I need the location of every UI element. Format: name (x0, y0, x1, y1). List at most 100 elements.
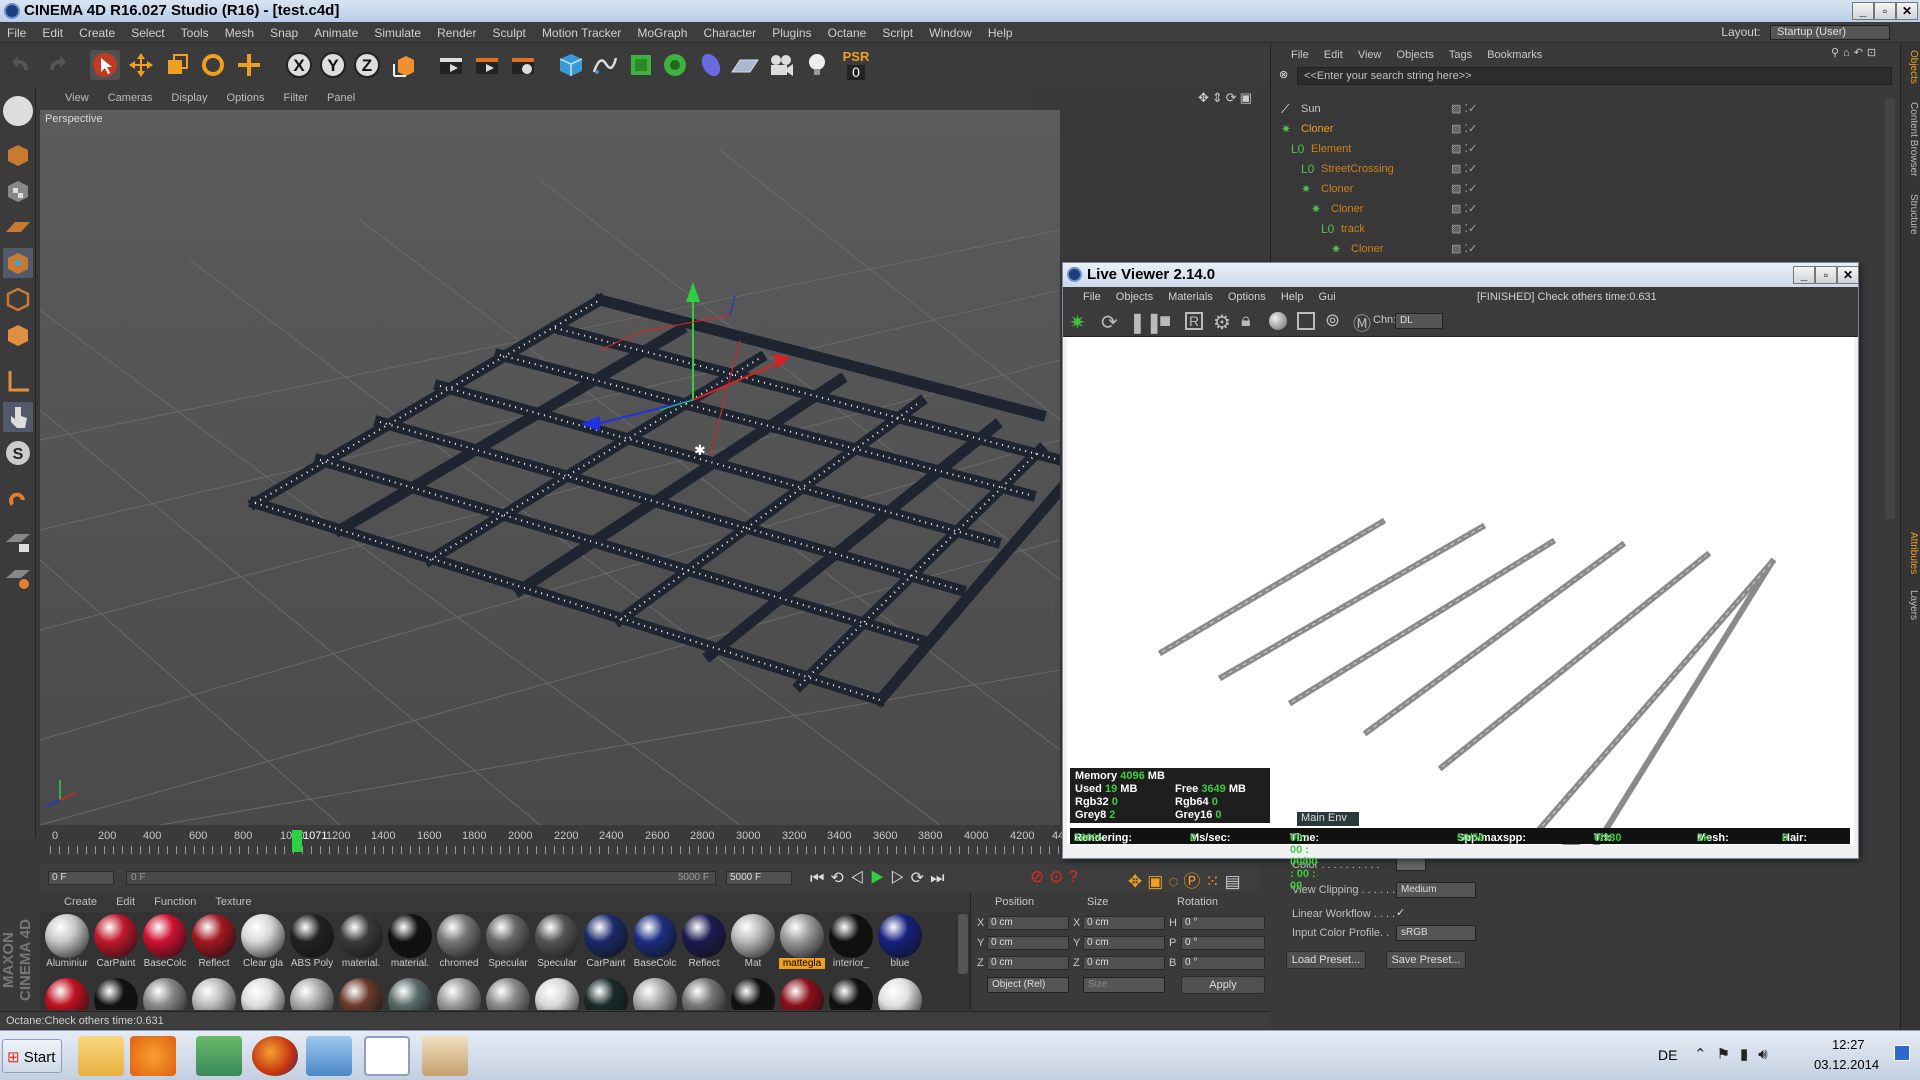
live-viewer-titlebar[interactable]: Live Viewer 2.14.0 _ ▫ ✕ (1063, 263, 1859, 287)
mat-menu-create[interactable]: Create (40, 893, 105, 911)
menu-tools[interactable]: Tools (174, 23, 215, 40)
menu-plugins[interactable]: Plugins (765, 23, 817, 40)
workplane-mode-icon[interactable] (3, 212, 33, 242)
points-mode-icon[interactable] (3, 248, 33, 278)
remote-desktop-taskbar-icon[interactable] (306, 1036, 352, 1076)
om-scrollbar[interactable] (1885, 99, 1895, 519)
linear-workflow-checkbox[interactable]: ✓ (1396, 906, 1405, 919)
material-swatch[interactable]: BaseColc (632, 914, 678, 969)
tab-env[interactable]: Env (1328, 812, 1347, 824)
y-axis-lock-icon[interactable]: Y (318, 50, 348, 80)
object-row[interactable]: L0 StreetCrossing ▨ ⁚✓ (1271, 159, 1881, 179)
save-preset-button[interactable]: Save Preset... (1386, 951, 1466, 969)
coord-mode-dropdown[interactable]: Object (Rel) (987, 977, 1069, 993)
position-z-field[interactable]: 0 cm (987, 956, 1069, 970)
material-swatch[interactable]: Specular (534, 914, 580, 969)
size-y-field[interactable]: 0 cm (1083, 936, 1165, 950)
send-scene-icon[interactable]: ✷ (1069, 310, 1086, 335)
material-swatch[interactable]: Specular (485, 914, 531, 969)
key-parameter-icon[interactable]: Ⓟ (1183, 872, 1205, 891)
select-tool-icon[interactable] (90, 50, 120, 80)
step-forward-icon[interactable]: ▷ (890, 870, 910, 887)
timeline-playhead[interactable] (292, 830, 302, 852)
visibility-toggle-icon[interactable]: ▨ ⁚✓ (1451, 122, 1477, 135)
material-swatch[interactable] (681, 978, 727, 1010)
cloner-icon[interactable] (660, 50, 690, 80)
floor-icon[interactable] (730, 50, 760, 80)
coordinate-system-icon[interactable] (390, 50, 420, 80)
menu-file[interactable]: File (0, 23, 32, 40)
goto-start-icon[interactable]: ⏮ (810, 870, 830, 887)
keyframe-selection-icon[interactable]: ? (1069, 867, 1083, 886)
clock-date[interactable]: 03.12.2014 (1814, 1057, 1879, 1072)
material-swatch[interactable]: material. (338, 914, 384, 969)
size-z-field[interactable]: 0 cm (1083, 956, 1165, 970)
material-swatch[interactable] (436, 978, 482, 1010)
goto-prev-key-icon[interactable]: ⟲ (830, 870, 849, 887)
menu-render[interactable]: Render (430, 23, 482, 40)
planar-workplane-icon[interactable] (3, 562, 33, 592)
material-swatch[interactable]: CarPaint (93, 914, 139, 969)
step-back-icon[interactable]: ◁ (850, 870, 870, 887)
psr-indicator[interactable]: PSR 0 (838, 50, 874, 80)
material-swatch[interactable] (289, 978, 335, 1010)
restart-render-icon[interactable]: ⟳ (1101, 310, 1118, 335)
size-mode-dropdown[interactable]: Size (1083, 977, 1165, 993)
calendar-taskbar-icon[interactable] (364, 1036, 410, 1076)
material-swatch[interactable] (779, 978, 825, 1010)
move-tool-icon[interactable] (126, 50, 156, 80)
tab-attributes[interactable]: Attributes (1903, 532, 1919, 574)
visibility-toggle-icon[interactable]: ▨ ⁚✓ (1451, 142, 1477, 155)
menu-script[interactable]: Script (875, 23, 919, 40)
om-menu-tags[interactable]: Tags (1443, 45, 1478, 65)
maximize-button[interactable]: ▫ (1874, 2, 1896, 20)
language-indicator[interactable]: DE (1658, 1047, 1677, 1063)
search-close-icon[interactable]: ⊗ (1279, 68, 1288, 81)
axis-mode-icon[interactable] (3, 366, 33, 396)
current-frame-field[interactable]: 0 F (48, 871, 114, 885)
om-menu-file[interactable]: File (1285, 45, 1315, 65)
position-y-field[interactable]: 0 cm (987, 936, 1069, 950)
material-swatch[interactable] (828, 978, 874, 1010)
menu-edit[interactable]: Edit (35, 23, 69, 40)
close-button[interactable]: ✕ (1896, 2, 1918, 20)
viewport-menu-options[interactable]: Options (219, 88, 273, 104)
color-swatch[interactable] (1396, 857, 1426, 871)
timeline-window-icon[interactable]: ▤ (1225, 872, 1246, 891)
media-player-taskbar-icon[interactable] (130, 1036, 176, 1076)
camera-icon[interactable] (766, 50, 796, 80)
lv-menu-file[interactable]: File (1063, 287, 1107, 307)
tab-objects[interactable]: Objects (1903, 50, 1919, 84)
model-mode-icon[interactable] (3, 140, 33, 170)
position-x-field[interactable]: 0 cm (987, 916, 1069, 930)
menu-select[interactable]: Select (124, 23, 170, 40)
menu-sculpt[interactable]: Sculpt (486, 23, 532, 40)
material-swatch[interactable] (583, 978, 629, 1010)
om-menu-objects[interactable]: Objects (1391, 45, 1440, 65)
lv-menu-objects[interactable]: Objects (1110, 287, 1159, 307)
om-menu-view[interactable]: View (1352, 45, 1388, 65)
minimize-button[interactable]: _ (1852, 2, 1874, 20)
viewport-nav-icons[interactable]: ✥⇕⟳▣ (1198, 90, 1255, 106)
record-icon[interactable]: ⊘ (1030, 867, 1049, 886)
snap-icon[interactable]: S (3, 438, 33, 468)
object-row[interactable]: ✷ Cloner ▨ ⁚✓ (1271, 239, 1881, 259)
explorer-taskbar-icon[interactable] (78, 1036, 124, 1076)
material-swatch[interactable]: Aluminiur (44, 914, 90, 969)
clay-mode-icon[interactable] (1297, 312, 1315, 330)
street-grid-object[interactable] (247, 292, 1060, 708)
key-scale-icon[interactable]: ▣ (1147, 872, 1168, 891)
material-swatch[interactable]: material. (387, 914, 433, 969)
focus-picker-icon[interactable]: ⊚ (1325, 310, 1340, 331)
material-swatch[interactable]: ABS Poly (289, 914, 335, 969)
key-rotation-icon[interactable]: ◌ (1168, 872, 1183, 891)
viewport-menu-panel[interactable]: Panel (319, 88, 363, 104)
start-button[interactable]: ⊞ Start (2, 1039, 62, 1073)
mat-menu-edit[interactable]: Edit (108, 893, 143, 911)
material-swatch[interactable]: CarPaint (583, 914, 629, 969)
material-swatch[interactable] (93, 978, 139, 1010)
settings-icon[interactable]: ⚙ (1213, 310, 1231, 335)
material-preview-icon[interactable] (1269, 312, 1287, 330)
lv-menu-help[interactable]: Help (1275, 287, 1310, 307)
menu-mesh[interactable]: Mesh (218, 23, 260, 40)
